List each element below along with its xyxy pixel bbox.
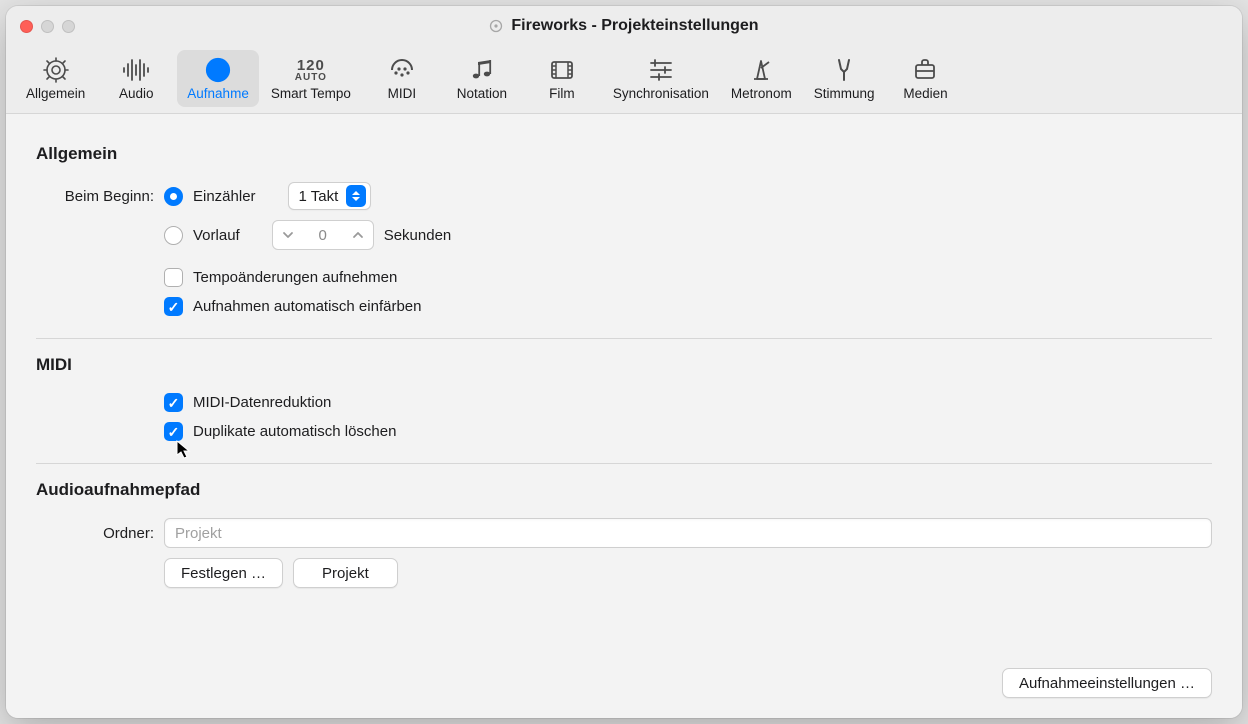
midi-data-reduction-label: MIDI-Datenreduktion [193, 394, 331, 411]
tab-label: Stimmung [814, 86, 875, 101]
section-divider [36, 463, 1212, 464]
minimize-window-button[interactable] [41, 20, 54, 33]
tab-tuning[interactable]: Stimmung [804, 50, 885, 107]
auto-delete-duplicates-label: Duplikate automatisch löschen [193, 423, 396, 440]
auto-color-takes-checkbox[interactable] [164, 297, 183, 316]
close-window-button[interactable] [20, 20, 33, 33]
metronome-icon [747, 56, 775, 84]
countin-radio[interactable] [164, 187, 183, 206]
maximize-window-button[interactable] [62, 20, 75, 33]
section-heading-path: Audioaufnahmepfad [36, 480, 1212, 500]
preroll-unit: Sekunden [384, 227, 452, 244]
tab-label: Medien [903, 86, 947, 101]
folder-path-field[interactable]: Projekt [164, 518, 1212, 548]
auto-delete-duplicates-checkbox[interactable] [164, 422, 183, 441]
stepper-down-icon[interactable] [273, 229, 303, 241]
tab-media[interactable]: Medien [886, 50, 964, 107]
recording-settings-button[interactable]: Aufnahmeeinstellungen … [1002, 668, 1212, 698]
waveform-icon [121, 56, 151, 84]
tab-toolbar: Allgemein Audio Aufnahme 120 AUTO Smart … [6, 46, 1242, 114]
preroll-value: 0 [303, 227, 343, 244]
smart-tempo-icon: 120 AUTO [295, 56, 327, 84]
record-icon [204, 56, 232, 84]
sync-icon [647, 56, 675, 84]
tab-general[interactable]: Allgemein [16, 50, 95, 107]
preroll-radio[interactable] [164, 226, 183, 245]
tab-label: Synchronisation [613, 86, 709, 101]
countin-label: Einzähler [193, 188, 256, 205]
start-label: Beim Beginn: [36, 188, 164, 205]
film-icon [548, 56, 576, 84]
project-folder-button[interactable]: Projekt [293, 558, 398, 588]
content-area: Allgemein Beim Beginn: Einzähler 1 Takt … [6, 114, 1242, 718]
window-controls [20, 20, 75, 33]
folder-path-value: Projekt [175, 525, 222, 542]
popup-arrows-icon [346, 185, 366, 207]
section-heading-general: Allgemein [36, 144, 1212, 164]
tab-label: Film [549, 86, 575, 101]
auto-color-takes-label: Aufnahmen automatisch einfärben [193, 298, 421, 315]
record-tempo-changes-checkbox[interactable] [164, 268, 183, 287]
window-title-text: Fireworks - Projekteinstellungen [511, 17, 758, 35]
briefcase-icon [911, 56, 939, 84]
tab-label: Allgemein [26, 86, 85, 101]
preroll-label: Vorlauf [193, 227, 240, 244]
tab-label: Audio [119, 86, 154, 101]
tab-recording[interactable]: Aufnahme [177, 50, 259, 107]
tab-label: Smart Tempo [271, 86, 351, 101]
tab-label: Notation [457, 86, 507, 101]
stepper-up-icon[interactable] [343, 229, 373, 241]
countin-bars-popup[interactable]: 1 Takt [288, 182, 372, 210]
section-divider [36, 338, 1212, 339]
tab-label: Metronom [731, 86, 792, 101]
gear-icon [42, 56, 70, 84]
tab-notation[interactable]: Notation [443, 50, 521, 107]
tab-film[interactable]: Film [523, 50, 601, 107]
record-tempo-changes-label: Tempoänderungen aufnehmen [193, 269, 397, 286]
set-folder-button[interactable]: Festlegen … [164, 558, 283, 588]
folder-label: Ordner: [36, 525, 164, 542]
preroll-seconds-stepper[interactable]: 0 [272, 220, 374, 250]
countin-value: 1 Takt [299, 188, 339, 205]
mouse-cursor-icon [176, 440, 192, 460]
window-title: Fireworks - Projekteinstellungen [489, 17, 758, 35]
titlebar: Fireworks - Projekteinstellungen [6, 6, 1242, 46]
tab-smart-tempo[interactable]: 120 AUTO Smart Tempo [261, 50, 361, 107]
settings-window: Fireworks - Projekteinstellungen Allgeme… [6, 6, 1242, 718]
midi-icon [388, 56, 416, 84]
tab-sync[interactable]: Synchronisation [603, 50, 719, 107]
midi-data-reduction-checkbox[interactable] [164, 393, 183, 412]
notes-icon [468, 56, 496, 84]
section-heading-midi: MIDI [36, 355, 1212, 375]
tab-label: MIDI [388, 86, 417, 101]
app-icon [489, 19, 503, 33]
tab-midi[interactable]: MIDI [363, 50, 441, 107]
tab-label: Aufnahme [187, 86, 249, 101]
tab-audio[interactable]: Audio [97, 50, 175, 107]
tuning-fork-icon [830, 56, 858, 84]
tab-metronome[interactable]: Metronom [721, 50, 802, 107]
